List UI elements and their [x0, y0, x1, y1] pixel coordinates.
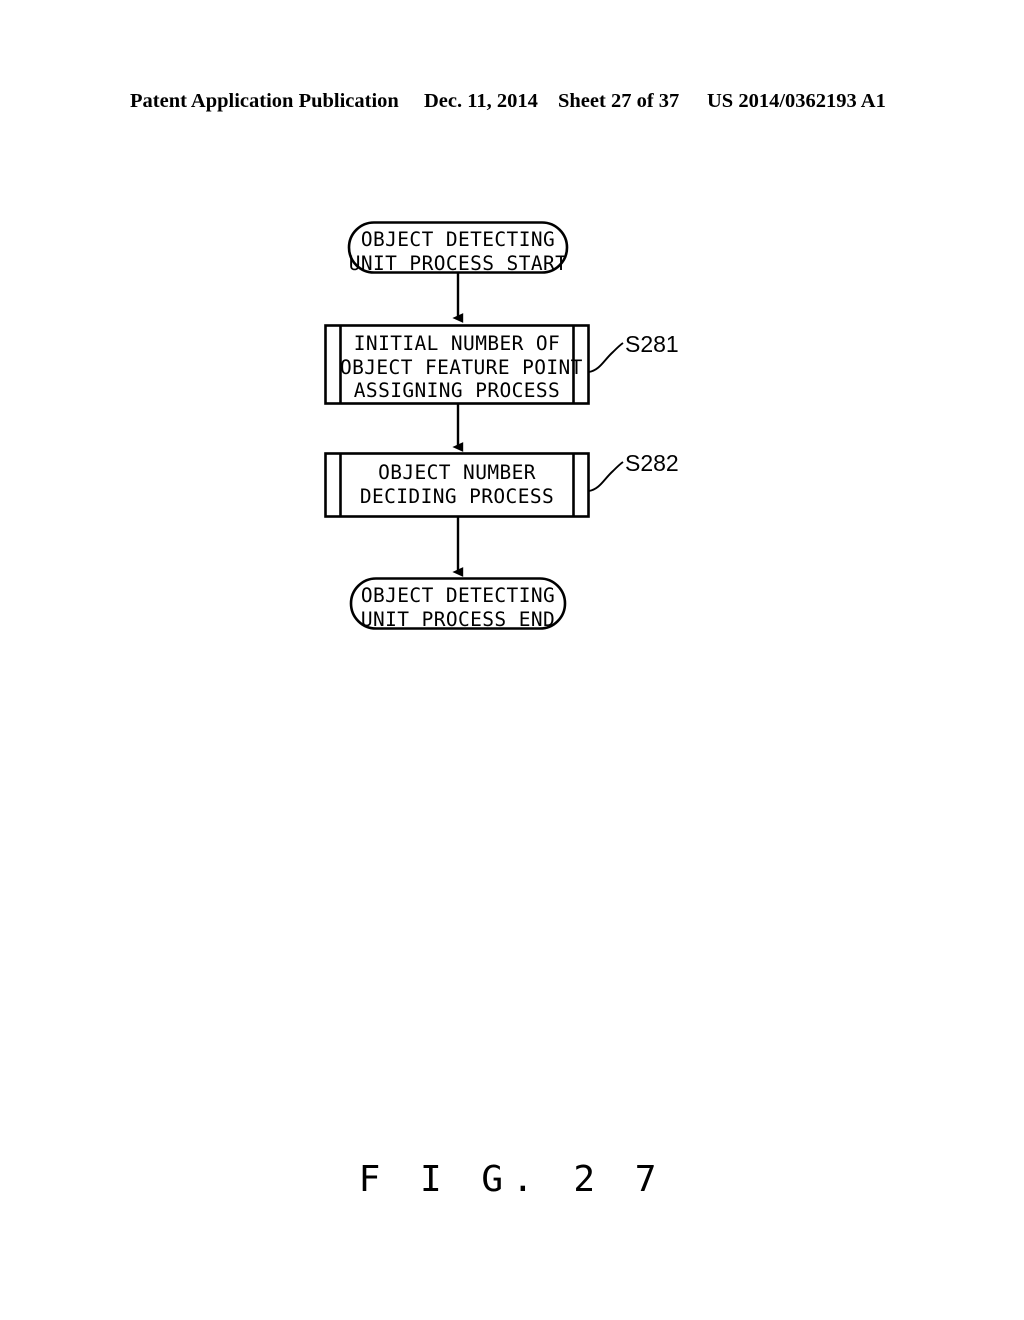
terminal-start-line-2: UNIT PROCESS START: [348, 251, 568, 275]
terminal-end-label: OBJECT DETECTING UNIT PROCESS END: [328, 584, 588, 631]
flowchart-diagram: [324, 221, 624, 630]
step-label-s282: S282: [625, 450, 679, 476]
terminal-end-line-2: UNIT PROCESS END: [360, 607, 556, 631]
process-1-line-3: ASSIGNING PROCESS: [353, 379, 561, 402]
process-2-line-1: OBJECT NUMBER: [378, 461, 536, 484]
process-1-line-1: INITIAL NUMBER OF: [353, 332, 561, 355]
process-1-label: INITIAL NUMBER OF OBJECT FEATURE POINT A…: [340, 332, 583, 403]
process-1-line-2: OBJECT FEATURE POINT: [340, 355, 583, 379]
leader-line-s281: [588, 342, 624, 373]
leader-line-s282: [588, 461, 624, 492]
figure-caption: F I G. 2 7: [358, 1159, 666, 1200]
process-2-line-2: DECIDING PROCESS: [359, 484, 555, 508]
step-label-s281: S281: [625, 331, 679, 357]
terminal-end-line-1: OBJECT DETECTING: [360, 584, 556, 607]
patent-figure: OBJECT DETECTING UNIT PROCESS START INIT…: [0, 0, 1024, 1320]
terminal-start-line-1: OBJECT DETECTING: [360, 228, 556, 251]
process-2-label: OBJECT NUMBER DECIDING PROCESS: [340, 461, 574, 508]
terminal-start-label: OBJECT DETECTING UNIT PROCESS START: [328, 228, 588, 275]
